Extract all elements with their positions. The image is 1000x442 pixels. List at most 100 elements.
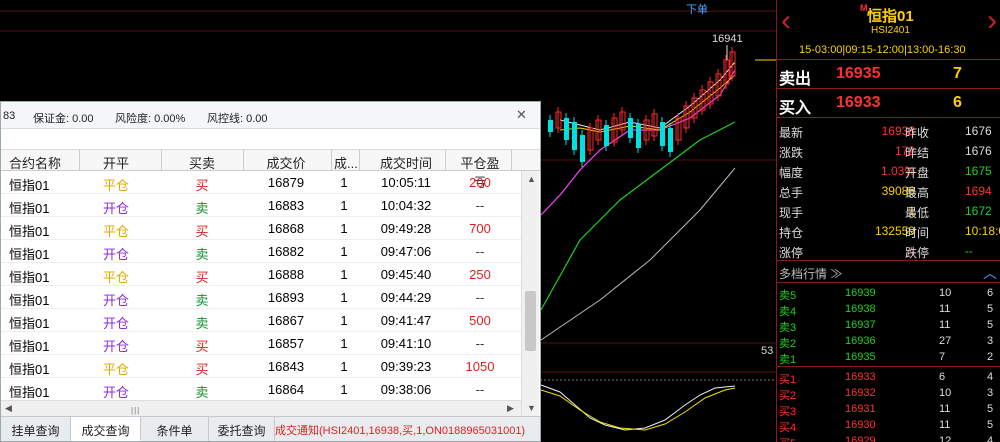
cell-side: 买 [195, 362, 209, 377]
col-contract-header[interactable]: 合约名称 [9, 153, 79, 172]
horizontal-scrollbar[interactable]: ◀ ||| ▶ [1, 400, 521, 416]
level-price: 16935 [845, 351, 876, 363]
cell-contract: 恒指01 [9, 293, 50, 308]
cell-contract: 恒指01 [9, 270, 50, 285]
table-row[interactable]: 恒指01 开仓 卖 16893 1 09:44:29 -- [1, 286, 521, 309]
cell-side: 买 [195, 178, 209, 193]
table-row[interactable]: 恒指01 平仓 买 16868 1 09:49:28 700 [1, 217, 521, 240]
depth-header[interactable]: 多档行情 ≫ ︿ [777, 261, 1000, 283]
ask-level-row[interactable]: 卖1 16935 7 2 [777, 349, 1000, 366]
table-row[interactable]: 恒指01 平仓 买 16879 1 10:05:11 200 [1, 171, 521, 194]
level-count: 4 [987, 435, 994, 442]
stat-value: 1676 [965, 124, 992, 138]
collapse-icon[interactable]: ︿ [983, 263, 997, 283]
cell-time: 09:38:06 [380, 382, 432, 397]
vertical-scrollbar[interactable]: ▲ ▼ [521, 171, 539, 416]
scroll-left-icon[interactable]: ◀ [5, 403, 12, 414]
bid-level-row[interactable]: 买3 16931 11 5 [777, 401, 1000, 418]
place-order-link[interactable]: 下单 [686, 1, 708, 17]
cell-open-close: 开仓 [102, 339, 129, 354]
col-price-header[interactable]: 成交价 [256, 153, 316, 172]
cell-qty: 1 [340, 244, 348, 259]
ma-line-gray [540, 167, 736, 341]
bid-row[interactable]: 买入 16933 6 [777, 89, 1000, 118]
level-price: 16937 [845, 319, 876, 331]
cell-pnl: 500 [469, 313, 491, 328]
table-row[interactable]: 恒指01 开仓 卖 16883 1 10:04:32 -- [1, 194, 521, 217]
col-open-close-header[interactable]: 开平 [91, 153, 141, 172]
tab-4[interactable]: 委托查询 [209, 417, 275, 441]
ask-level-row[interactable]: 卖2 16936 27 3 [777, 333, 1000, 350]
margin-text: 保证金: 0.00 [33, 113, 94, 125]
scroll-thumb[interactable] [525, 291, 536, 351]
cell-time: 09:49:28 [380, 221, 432, 236]
table-row[interactable]: 恒指01 开仓 卖 16867 1 09:41:47 500 [1, 309, 521, 332]
cell-pnl: 1050 [465, 359, 495, 374]
indicator-value-label: 53 [761, 345, 774, 357]
cell-time: 09:44:29 [380, 290, 432, 305]
cell-side: 卖 [195, 293, 209, 308]
ask-row[interactable]: 卖出 16935 7 [777, 60, 1000, 89]
col-qty-header[interactable]: 成... [334, 153, 358, 172]
stat-row: 持仓132559时间10:18:0 [777, 221, 1000, 241]
bid-level-row[interactable]: 买5 16929 12 4 [777, 433, 1000, 442]
cell-side: 买 [195, 339, 209, 354]
level-qty: 10 [939, 287, 952, 299]
cell-open-close: 开仓 [102, 316, 129, 331]
scroll-down-icon[interactable]: ▼ [527, 403, 536, 413]
header-divider [359, 150, 360, 171]
cell-time: 10:04:32 [380, 198, 432, 213]
table-row[interactable]: 恒指01 开仓 买 16857 1 09:41:10 -- [1, 332, 521, 355]
cell-qty: 1 [340, 382, 348, 397]
indicator-line-white [540, 384, 736, 431]
cell-pnl: -- [475, 244, 485, 259]
level-count: 3 [987, 335, 994, 347]
close-icon[interactable]: ✕ [516, 107, 527, 123]
cell-time: 10:05:11 [381, 175, 431, 190]
ask-price: 16935 [836, 65, 881, 82]
stat-label: 时间 [905, 226, 930, 240]
cell-pnl: 200 [469, 175, 491, 190]
cell-price: 16867 [267, 313, 305, 328]
tab-3[interactable]: 条件单 [141, 417, 209, 441]
col-side-header[interactable]: 买卖 [177, 153, 227, 172]
ask-level-row[interactable]: 卖3 16937 11 5 [777, 317, 1000, 334]
tab-1[interactable]: 挂单查询 [1, 417, 71, 441]
table-row[interactable]: 恒指01 平仓 买 16843 1 09:39:23 1050 [1, 355, 521, 378]
bid-level-row[interactable]: 买2 16932 10 3 [777, 385, 1000, 402]
candle-body [604, 125, 609, 146]
ask-level-row[interactable]: 卖4 16938 11 5 [777, 301, 1000, 318]
hscroll-thumb-grip[interactable]: ||| [131, 406, 140, 415]
quote-panel: ‹ M 恒指01 HSI2401 15-03:00|09:15-12:00|13… [776, 0, 1000, 442]
header-divider [79, 150, 80, 171]
next-contract-icon[interactable]: › [987, 6, 997, 36]
level-count: 6 [987, 287, 994, 299]
ask-level-row[interactable]: 卖5 16939 10 6 [777, 285, 1000, 302]
level-count: 3 [987, 387, 994, 399]
table-row[interactable]: 恒指01 开仓 卖 16864 1 09:38:06 -- [1, 378, 521, 401]
stat-row: 涨停 -- 跌停 -- [777, 241, 1000, 261]
level-qty: 12 [939, 435, 952, 442]
trading-sessions: 15-03:00|09:15-12:00|13:00-16:30 [799, 44, 966, 56]
tab-2[interactable]: 成交查询 [71, 417, 141, 441]
scroll-right-icon[interactable]: ▶ [507, 403, 514, 414]
level-qty: 10 [939, 387, 952, 399]
fill-notification[interactable]: 成交通知(HSI2401,16938,买,1,ON0188965031001) [275, 422, 525, 438]
bid-level-row[interactable]: 买4 16930 11 5 [777, 417, 1000, 434]
bid-level-row[interactable]: 买1 16933 6 4 [777, 369, 1000, 386]
ask-label: 卖出 [779, 71, 812, 88]
level-qty: 7 [939, 351, 946, 363]
account-value: 83 [3, 110, 16, 122]
col-time-header[interactable]: 成交时间 [371, 153, 441, 172]
prev-contract-icon[interactable]: ‹ [781, 6, 791, 36]
peak-price-label: 16941 [712, 33, 743, 45]
level-price: 16936 [845, 335, 876, 347]
header-divider [511, 150, 512, 171]
scroll-up-icon[interactable]: ▲ [527, 174, 536, 184]
level-price: 16929 [845, 435, 876, 442]
table-row[interactable]: 恒指01 平仓 买 16888 1 09:45:40 250 [1, 263, 521, 286]
table-row[interactable]: 恒指01 开仓 卖 16882 1 09:47:06 -- [1, 240, 521, 263]
quote-stats: 最新 16933 昨收 1676 涨跌 172 昨结 1676 幅度 1.03% 开盘 1675 总手 3… [777, 118, 1000, 261]
candle-body [668, 128, 673, 152]
header-divider [331, 150, 332, 171]
